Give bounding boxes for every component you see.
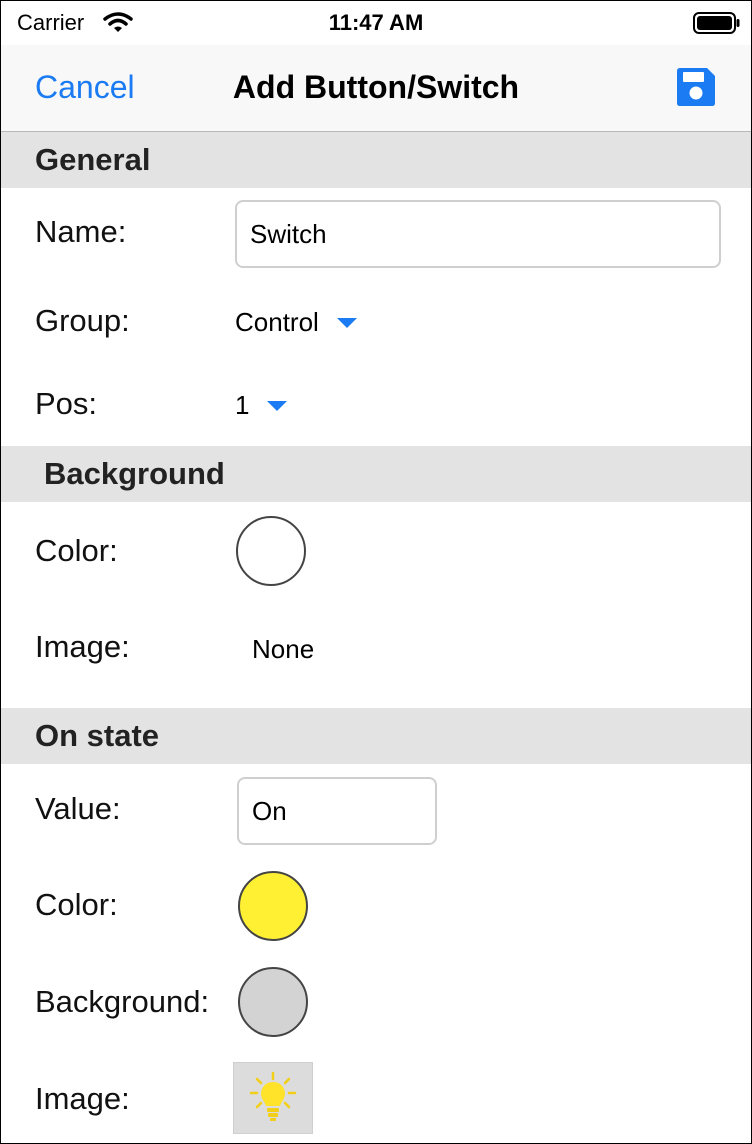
name-input[interactable]: Switch (235, 200, 721, 268)
on-image-picker[interactable] (233, 1062, 313, 1134)
navigation-bar: Cancel Add Button/Switch (1, 45, 751, 132)
save-button[interactable] (677, 68, 715, 111)
name-label: Name: (35, 214, 127, 249)
status-time: 11:47 AM (328, 10, 424, 35)
section-header-on-state: On state (1, 708, 751, 764)
page-title: Add Button/Switch (232, 69, 520, 105)
group-dropdown[interactable]: Control (235, 307, 357, 338)
on-value-input[interactable]: On (237, 777, 437, 845)
lightbulb-icon (249, 1071, 297, 1121)
background-image-value[interactable]: None (252, 634, 314, 665)
section-header-general: General (1, 132, 751, 188)
background-image-label: Image: (35, 629, 130, 664)
status-bar: Carrier 11:47 AM (1, 1, 751, 45)
pos-value: 1 (235, 390, 250, 420)
section-title: General (35, 142, 151, 177)
section-header-background: Background (1, 446, 751, 502)
background-color-label: Color: (35, 533, 118, 568)
screen: Carrier 11:47 AM Cancel Add Button/Switc… (0, 0, 752, 1144)
on-background-label: Background: (35, 984, 210, 1019)
dropdown-caret-icon (267, 400, 288, 411)
group-value: Control (235, 307, 319, 337)
on-value-input-value: On (252, 795, 287, 826)
section-title: On state (35, 718, 160, 753)
name-input-value: Switch (250, 218, 327, 249)
battery-icon (693, 12, 741, 39)
group-label: Group: (35, 303, 130, 338)
on-color-swatch[interactable] (238, 871, 308, 941)
pos-label: Pos: (35, 386, 98, 421)
on-value-label: Value: (35, 791, 121, 826)
floppy-disk-icon (677, 68, 715, 106)
on-background-swatch[interactable] (238, 967, 308, 1037)
on-color-label: Color: (35, 887, 118, 922)
dropdown-caret-icon (336, 317, 357, 328)
pos-dropdown[interactable]: 1 (235, 390, 288, 421)
section-title: Background (44, 456, 225, 491)
background-color-swatch[interactable] (236, 516, 306, 586)
on-image-label: Image: (35, 1081, 130, 1116)
